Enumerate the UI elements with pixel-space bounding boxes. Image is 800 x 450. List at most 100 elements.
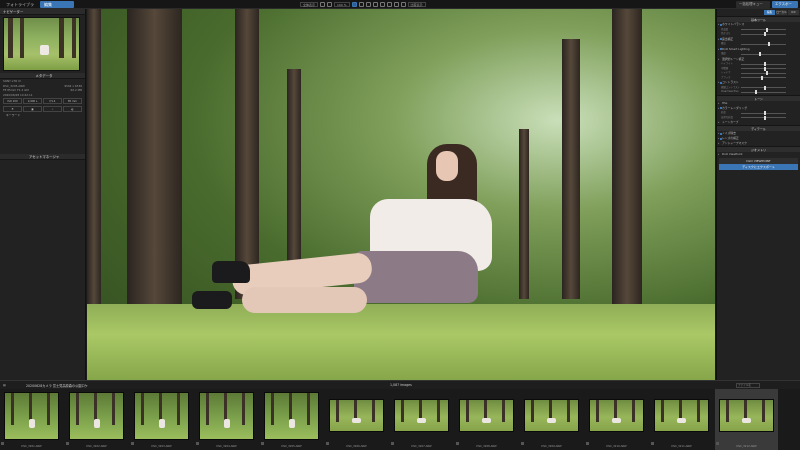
zoom-percent-select[interactable]: 100 % xyxy=(334,2,350,7)
panel-tone-curve[interactable]: トーンカーブ xyxy=(717,120,800,125)
flag-icon[interactable]: ⚑ xyxy=(3,106,22,112)
navigator-thumbnail[interactable] xyxy=(3,17,80,71)
star-icon[interactable]: ☆ xyxy=(43,106,62,112)
filmstrip-item[interactable]: DSC_3203.ARW xyxy=(130,389,193,450)
panel-viewpoint[interactable]: DxO ViewPoint xyxy=(717,152,800,157)
folder-icon[interactable]: ▤ xyxy=(3,383,6,387)
slider-exposure[interactable]: 露出 xyxy=(721,42,796,46)
filmstrip-search-input[interactable]: ファイル名 xyxy=(736,382,760,388)
slider-knob[interactable] xyxy=(754,90,757,94)
slider-saturation[interactable]: 彩度 xyxy=(721,111,796,115)
panel-exposure[interactable]: 露出補正 xyxy=(717,37,800,42)
slider-knob[interactable] xyxy=(763,85,766,90)
slider-intensity[interactable]: 強度 xyxy=(721,52,796,56)
export-to-disk-button[interactable]: ディスクにエクスポート xyxy=(719,164,798,170)
filmstrip-item[interactable]: DSC_3209.ARW xyxy=(520,389,583,450)
tab-edit-palette[interactable]: 編集 xyxy=(764,10,775,15)
slider-knob[interactable] xyxy=(768,42,770,46)
viewpoint-button[interactable]: DxO VIEWPOINT xyxy=(719,157,798,164)
slider-knob[interactable] xyxy=(759,52,761,56)
slider-clearview[interactable]: ClearView Plus xyxy=(721,90,796,94)
slider-label: 強度 xyxy=(721,52,726,55)
slider-tint[interactable]: 色かぶり xyxy=(721,32,796,36)
filmstrip-thumbnail[interactable] xyxy=(719,399,774,432)
filmstrip-thumbnail[interactable] xyxy=(524,399,579,432)
eye-icon[interactable] xyxy=(400,2,406,7)
slider-knob[interactable] xyxy=(763,66,766,71)
crop-icon[interactable] xyxy=(320,2,326,7)
image-viewer[interactable] xyxy=(87,9,715,380)
filmstrip-filename: DSC_3201.ARW xyxy=(21,445,42,448)
filmstrip-header: ▤ 20200628カメラ 富士見高原森の公園ロケ 1,087 images フ… xyxy=(0,380,800,389)
compare-icon[interactable]: ▣ xyxy=(23,106,42,112)
filmstrip-folder-path[interactable]: 20200628カメラ 富士見高原森の公園ロケ xyxy=(26,383,88,388)
panel-white-balance[interactable]: ホワイトバランス xyxy=(717,22,800,27)
tab-icc[interactable]: ICC xyxy=(788,10,799,15)
filmstrip-thumbnail[interactable] xyxy=(394,399,449,432)
perspective-icon[interactable] xyxy=(372,2,378,7)
slider-shadows[interactable]: シャドウ xyxy=(721,71,796,75)
slider-knob[interactable] xyxy=(761,75,764,80)
edit-flag-icon xyxy=(716,442,719,445)
slider-blacks[interactable]: ブラック xyxy=(721,75,796,80)
right-panel: 編集 ローカル ICC 基本ツール ホワイトバランス 色温度 色かぶり 露出補正… xyxy=(716,9,800,380)
edit-flag-icon xyxy=(1,442,4,445)
filmstrip-thumbnail[interactable] xyxy=(69,392,124,440)
filmstrip-thumbnail[interactable] xyxy=(654,399,709,432)
local-adjust-icon[interactable] xyxy=(386,2,392,7)
export-button[interactable]: エクスポート xyxy=(772,1,798,13)
panel-selective-tone[interactable]: 選択的トーン補正 xyxy=(717,57,800,62)
slider-vibrancy[interactable]: 自然な彩度 xyxy=(721,115,796,120)
filmstrip-item[interactable]: DSC_3210.ARW xyxy=(585,389,648,450)
slider-knob[interactable] xyxy=(763,62,766,66)
slider-knob[interactable] xyxy=(765,71,768,75)
hand-icon[interactable] xyxy=(351,2,357,7)
batch-queue-button[interactable]: 一括処理キュー（ジョブ） xyxy=(736,1,770,13)
filmstrip-thumbnail[interactable] xyxy=(264,392,319,440)
white-balance-picker-icon[interactable] xyxy=(358,2,364,7)
asset-manager-header[interactable]: アセットマネージャ xyxy=(0,154,85,160)
filmstrip-thumbnail[interactable] xyxy=(134,392,189,440)
slider-knob[interactable] xyxy=(763,111,766,115)
zoom-fit-button[interactable]: 全体表示 xyxy=(300,2,319,7)
grid-icon[interactable] xyxy=(327,2,333,7)
filmstrip-item[interactable]: DSC_3201.ARW xyxy=(0,389,63,450)
panel-contrast[interactable]: コントラスト xyxy=(717,80,800,85)
filmstrip-thumbnail[interactable] xyxy=(4,392,59,440)
panel-unsharp[interactable]: アンシャープマスク xyxy=(717,141,800,146)
filmstrip-item[interactable]: DSC_3211.ARW xyxy=(650,389,713,450)
filmstrip-thumbnail[interactable] xyxy=(199,392,254,440)
filmstrip-filename: DSC_3206.ARW xyxy=(346,445,367,448)
tab-edit[interactable]: 編集 xyxy=(40,1,74,8)
tab-photo-library[interactable]: フォトライブラリ xyxy=(2,1,38,14)
slider-highlights[interactable]: ハイライト xyxy=(721,62,796,66)
filmstrip-item[interactable]: DSC_3207.ARW xyxy=(390,389,453,450)
filmstrip-filename: DSC_3203.ARW xyxy=(151,445,172,448)
navigator-header[interactable]: ナビゲーター xyxy=(0,9,85,15)
slider-microcontrast[interactable]: 微細コントラスト xyxy=(721,85,796,90)
slider-knob[interactable] xyxy=(763,115,766,120)
filmstrip-thumbnail[interactable] xyxy=(459,399,514,432)
filmstrip-item[interactable]: DSC_3204.ARW xyxy=(195,389,258,450)
filmstrip-item[interactable]: DSC_3208.ARW xyxy=(455,389,518,450)
panel-smart-lighting[interactable]: DxO Smart Lighting xyxy=(717,47,800,52)
filmstrip-thumbnail[interactable] xyxy=(329,399,384,432)
tab-local[interactable]: ローカル xyxy=(776,10,787,15)
slider-midtones[interactable]: 中間調 xyxy=(721,66,796,71)
slider-knob[interactable] xyxy=(763,32,766,36)
filmstrip-item[interactable]: DSC_3206.ARW xyxy=(325,389,388,450)
slider-label: シャドウ xyxy=(721,71,731,74)
slider-temperature[interactable]: 色温度 xyxy=(721,27,796,32)
filmstrip-thumbnail[interactable] xyxy=(589,399,644,432)
filmstrip-item[interactable]: DSC_3202.ARW xyxy=(65,389,128,450)
filmstrip-item[interactable]: DSC_3212.ARW xyxy=(715,389,778,450)
horizon-icon[interactable] xyxy=(365,2,371,7)
filmstrip-item[interactable]: DSC_3205.ARW xyxy=(260,389,323,450)
repair-icon[interactable] xyxy=(379,2,385,7)
redeye-icon[interactable] xyxy=(393,2,399,7)
filmstrip-filename: DSC_3207.ARW xyxy=(411,445,432,448)
compare-button[interactable]: 比較表示 xyxy=(407,2,426,7)
color-label-icon[interactable]: ◐ xyxy=(63,106,82,112)
slider-knob[interactable] xyxy=(765,27,768,32)
panel-color-rendering[interactable]: カラーレンダリング xyxy=(717,106,800,111)
